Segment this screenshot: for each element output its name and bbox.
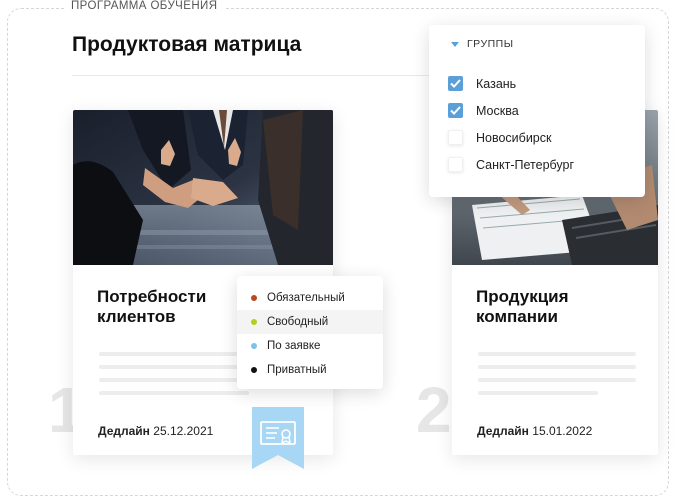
deadline-label: Дедлайн <box>98 424 150 438</box>
type-option-label: По заявке <box>267 340 321 352</box>
step-number-2: 2 <box>416 374 452 446</box>
type-option-mandatory[interactable]: Обязательный <box>237 286 383 310</box>
type-option-label: Приватный <box>267 364 327 376</box>
group-option-label: Москва <box>476 103 519 118</box>
group-option-label: Новосибирск <box>476 130 552 145</box>
check-icon <box>450 106 461 115</box>
status-dot <box>251 343 257 349</box>
page-title: Продуктовая матрица <box>72 33 302 56</box>
deadline: Дедлайн 15.01.2022 <box>477 424 592 438</box>
group-option-label: Санкт-Петербург <box>476 157 575 172</box>
group-option-label: Казань <box>476 76 517 91</box>
deadline-date: 15.01.2022 <box>532 424 593 438</box>
course-title: Продукция компании <box>476 287 569 326</box>
groups-dropdown: ГРУППЫ Казань Москва Новосибирск Санкт-П… <box>429 25 645 197</box>
type-option-label: Свободный <box>267 316 329 328</box>
groups-label: ГРУППЫ <box>467 38 514 50</box>
type-option-label: Обязательный <box>267 292 345 304</box>
deadline: Дедлайн 25.12.2021 <box>98 424 213 438</box>
type-option-private[interactable]: Приватный <box>237 358 383 382</box>
group-option-novosibirsk[interactable]: Новосибирск <box>448 130 551 145</box>
group-option-moscow[interactable]: Москва <box>448 103 519 118</box>
type-option-free[interactable]: Свободный <box>237 310 383 334</box>
handshake-photo <box>73 110 333 265</box>
status-dot <box>251 367 257 373</box>
groups-dropdown-toggle[interactable]: ГРУППЫ <box>451 38 514 50</box>
checkbox-unchecked[interactable] <box>448 157 463 172</box>
type-option-on-request[interactable]: По заявке <box>237 334 383 358</box>
triangle-down-icon <box>451 41 459 47</box>
course-title: Потребности клиентов <box>97 287 207 326</box>
placeholder-line <box>99 391 249 395</box>
checkbox-unchecked[interactable] <box>448 130 463 145</box>
deadline-label: Дедлайн <box>477 424 529 438</box>
placeholder-line <box>478 378 636 382</box>
placeholder-line <box>478 391 598 395</box>
checkbox-checked[interactable] <box>448 103 463 118</box>
check-icon <box>450 79 461 88</box>
status-dot <box>251 319 257 325</box>
deadline-date: 25.12.2021 <box>153 424 214 438</box>
group-option-saint-petersburg[interactable]: Санкт-Петербург <box>448 157 574 172</box>
course-type-dropdown: Обязательный Свободный По заявке Приватн… <box>237 276 383 389</box>
checkbox-checked[interactable] <box>448 76 463 91</box>
placeholder-line <box>478 365 636 369</box>
certificate-badge[interactable] <box>252 407 304 469</box>
placeholder-line <box>478 352 636 356</box>
status-dot <box>251 295 257 301</box>
program-label: ПРОГРАММА ОБУЧЕНИЯ <box>64 0 225 12</box>
group-option-kazan[interactable]: Казань <box>448 76 516 91</box>
title-divider <box>72 75 432 76</box>
